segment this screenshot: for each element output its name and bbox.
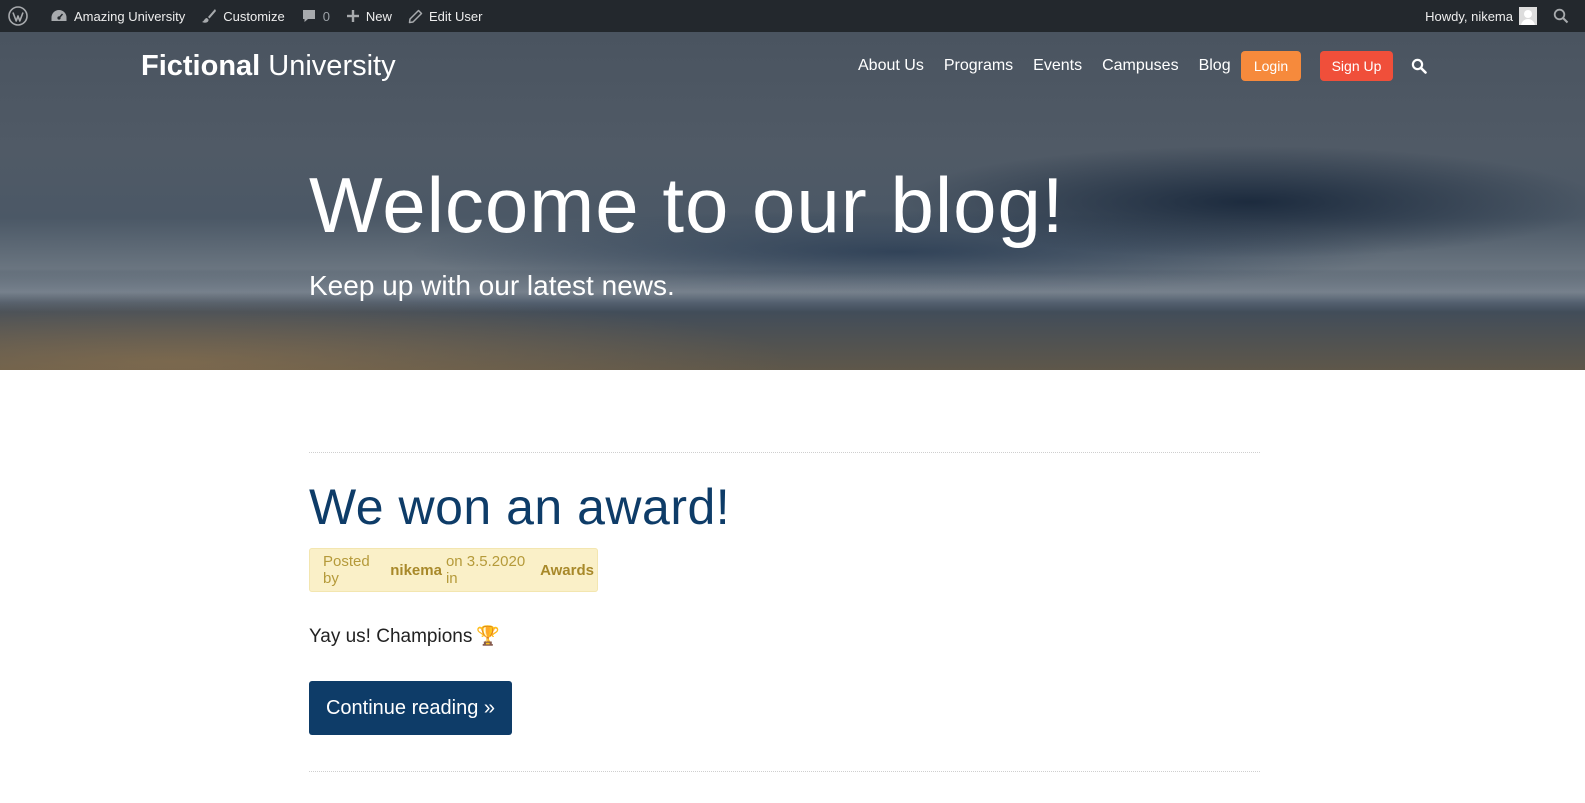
divider bbox=[309, 452, 1260, 453]
search-icon bbox=[1553, 8, 1569, 24]
nav-item-programs[interactable]: Programs bbox=[944, 52, 1013, 80]
comments-count: 0 bbox=[322, 8, 330, 24]
wordpress-logo-button[interactable] bbox=[0, 0, 42, 32]
main-navigation: About Us Programs Events Campuses Blog L… bbox=[858, 51, 1427, 81]
site-name-link[interactable]: Amazing University bbox=[42, 0, 193, 32]
login-button[interactable]: Login bbox=[1241, 51, 1301, 81]
post-title-link[interactable]: We won an award! bbox=[309, 478, 730, 536]
site-search-button[interactable] bbox=[1411, 58, 1427, 79]
admin-search-button[interactable] bbox=[1545, 0, 1585, 32]
howdy-text: Howdy, nikema bbox=[1425, 8, 1513, 24]
post-excerpt: Yay us! Champions 🏆 bbox=[309, 624, 500, 648]
search-icon bbox=[1411, 58, 1427, 74]
banner-background-sand bbox=[0, 290, 800, 370]
meta-posted-by: Posted by bbox=[323, 553, 370, 587]
wordpress-icon bbox=[8, 6, 28, 26]
pencil-icon bbox=[408, 9, 423, 23]
page-title: Welcome to our blog! bbox=[309, 161, 1065, 249]
post-metabox: Posted by nikema on 3.5.2020 in Awards bbox=[309, 548, 598, 592]
customize-link[interactable]: Customize bbox=[193, 0, 292, 32]
continue-reading-button[interactable]: Continue reading » bbox=[309, 681, 512, 735]
meta-category-link[interactable]: Awards bbox=[540, 562, 594, 579]
plus-icon bbox=[346, 10, 359, 22]
customize-label: Customize bbox=[223, 8, 285, 24]
signup-button[interactable]: Sign Up bbox=[1320, 51, 1393, 81]
admin-bar: Amazing University Customize 0 New Edit … bbox=[0, 0, 1585, 32]
excerpt-text: Yay us! Champions bbox=[309, 626, 473, 647]
nav-item-events[interactable]: Events bbox=[1033, 52, 1082, 80]
new-content-link[interactable]: New bbox=[338, 0, 400, 32]
nav-item-blog[interactable]: Blog bbox=[1199, 52, 1231, 80]
dashboard-icon bbox=[51, 9, 67, 21]
paintbrush-icon bbox=[202, 9, 217, 23]
page-banner: Fictional University About Us Programs E… bbox=[0, 32, 1585, 370]
site-logo[interactable]: Fictional University bbox=[141, 50, 396, 83]
nav-item-about[interactable]: About Us bbox=[858, 52, 924, 80]
edit-user-link[interactable]: Edit User bbox=[400, 0, 490, 32]
divider bbox=[309, 771, 1260, 772]
nav-item-campuses[interactable]: Campuses bbox=[1102, 52, 1178, 80]
meta-date: on 3.5.2020 in bbox=[445, 553, 526, 587]
my-account-link[interactable]: Howdy, nikema bbox=[1417, 0, 1545, 32]
logo-bold-text: Fictional bbox=[141, 50, 261, 82]
new-label: New bbox=[365, 8, 392, 24]
logo-light-text: University bbox=[268, 50, 396, 82]
meta-author-link[interactable]: nikema bbox=[390, 562, 442, 579]
page-subtitle: Keep up with our latest news. bbox=[309, 270, 675, 301]
edit-user-label: Edit User bbox=[428, 8, 483, 24]
comments-link[interactable]: 0 bbox=[293, 0, 338, 32]
trophy-icon: 🏆 bbox=[476, 626, 501, 647]
site-name: Amazing University bbox=[74, 8, 186, 24]
user-avatar bbox=[1519, 7, 1537, 25]
comment-icon bbox=[302, 10, 315, 22]
